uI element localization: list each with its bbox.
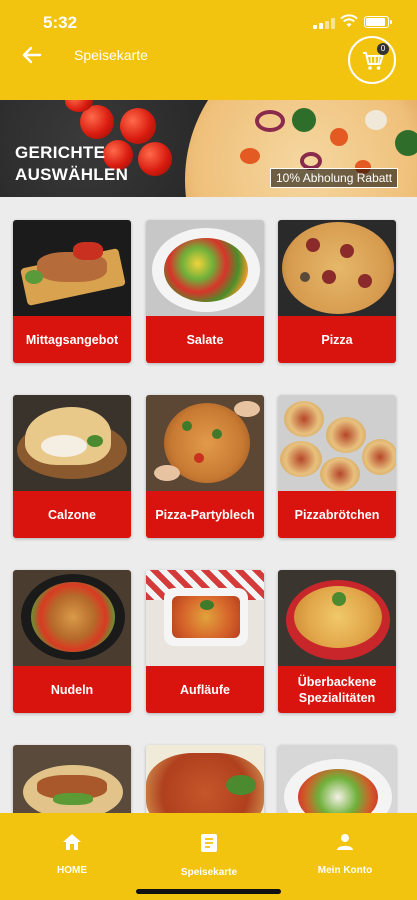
category-label: Pizza — [278, 316, 396, 363]
nav-mein-konto[interactable]: Mein Konto — [300, 833, 390, 876]
category-label: Pizza-Partyblech — [146, 491, 264, 538]
mittagsangebot-image — [13, 220, 131, 316]
nudeln-image — [13, 570, 131, 666]
banner-headline: GERICHTE AUSWÄHLEN — [15, 143, 129, 184]
promo-banner: GERICHTE AUSWÄHLEN 10% Abholung Rabatt — [0, 100, 417, 197]
back-arrow-icon[interactable] — [20, 43, 44, 67]
category-label: Nudeln — [13, 666, 131, 713]
pizza-partyblech-image — [146, 395, 264, 491]
doener-image — [13, 745, 131, 817]
nav-home-label: HOME — [57, 865, 87, 876]
category-card-nudeln[interactable]: Nudeln — [13, 570, 131, 713]
status-time: 5:32 — [43, 13, 78, 32]
category-card-pizza[interactable]: Pizza — [278, 220, 396, 363]
category-label: Salate — [146, 316, 264, 363]
category-card-auflaeufe[interactable]: Aufläufe — [146, 570, 264, 713]
pizzabroetchen-image — [278, 395, 396, 491]
person-icon — [337, 834, 353, 850]
wifi-icon — [340, 14, 358, 27]
category-card-pizzabroetchen[interactable]: Pizzabrötchen — [278, 395, 396, 538]
category-label: Überbackene Spezialitäten — [278, 666, 396, 713]
category-card-calzone[interactable]: Calzone — [13, 395, 131, 538]
auflaeufe-image — [146, 570, 264, 666]
category-label: Mittagsangebot — [13, 316, 131, 363]
signal-icon — [313, 18, 335, 29]
category-grid: Mittagsangebot Salate Pizza Calzone Pizz… — [0, 197, 417, 817]
salate-image — [146, 220, 264, 316]
category-card-salate[interactable]: Salate — [146, 220, 264, 363]
category-card-ueberbackene-spezialitaeten[interactable]: Überbackene Spezialitäten — [278, 570, 396, 713]
category-card-pizza-partyblech[interactable]: Pizza-Partyblech — [146, 395, 264, 538]
calzone-image — [13, 395, 131, 491]
category-card-row4-1[interactable] — [13, 745, 131, 817]
nav-home[interactable]: HOME — [27, 833, 117, 876]
app-bar: Speisekarte 0 — [0, 36, 417, 100]
category-card-mittagsangebot[interactable]: Mittagsangebot — [13, 220, 131, 363]
ueberbackene-spezialitaeten-image — [278, 570, 396, 666]
battery-icon — [364, 16, 392, 28]
nav-mein-konto-label: Mein Konto — [317, 865, 373, 876]
category-card-row4-3[interactable] — [278, 745, 396, 817]
doener-teller-image — [278, 745, 396, 817]
nav-speisekarte-label: Speisekarte — [180, 867, 238, 878]
discount-badge: 10% Abholung Rabatt — [270, 168, 399, 188]
nav-speisekarte[interactable]: Speisekarte — [164, 833, 254, 878]
lahmacun-image — [146, 745, 264, 817]
page-title: Speisekarte — [74, 47, 148, 63]
home-indicator — [136, 889, 281, 894]
cart-button[interactable]: 0 — [348, 36, 396, 84]
bottom-navigation: HOME Speisekarte Mein Konto — [0, 813, 417, 900]
category-label: Calzone — [13, 491, 131, 538]
category-label: Aufläufe — [146, 666, 264, 713]
home-icon — [63, 834, 81, 850]
category-card-row4-2[interactable] — [146, 745, 264, 817]
pizza-image — [278, 220, 396, 316]
cart-count-badge: 0 — [377, 43, 389, 55]
category-label: Pizzabrötchen — [278, 491, 396, 538]
status-bar: 5:32 — [0, 0, 417, 40]
menu-card-icon — [201, 834, 217, 852]
